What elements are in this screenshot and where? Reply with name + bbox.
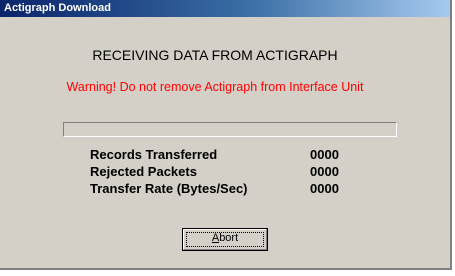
status-heading: RECEIVING DATA FROM ACTIGRAPH — [92, 47, 338, 63]
window-title: Actigraph Download — [4, 2, 111, 14]
download-dialog: Actigraph Download RECEIVING DATA FROM A… — [0, 0, 452, 270]
records-transferred-label: Records Transferred — [90, 147, 218, 162]
transfer-rate-label: Transfer Rate (Bytes/Sec) — [90, 181, 248, 196]
transfer-progress-bar — [63, 122, 397, 137]
abort-label-rest: bort — [219, 232, 239, 244]
transfer-rate-value: 0000 — [310, 181, 339, 196]
title-bar[interactable]: Actigraph Download — [0, 0, 450, 17]
abort-button[interactable]: Abort — [182, 228, 268, 251]
rejected-packets-value: 0000 — [310, 164, 339, 179]
abort-button-label: Abort — [183, 232, 267, 244]
warning-message: Warning! Do not remove Actigraph from In… — [66, 80, 364, 94]
rejected-packets-label: Rejected Packets — [90, 164, 197, 179]
records-transferred-value: 0000 — [310, 147, 339, 162]
